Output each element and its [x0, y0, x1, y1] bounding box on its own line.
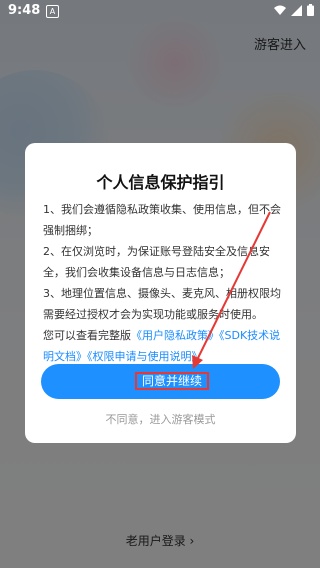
privacy-paragraph-1: 1、我们会遵循隐私政策收集、使用信息，但不会强制捆绑；	[43, 203, 281, 237]
privacy-paragraph-4: 您可以查看完整版《用户隐私政策》《SDK技术说明文档》《权限申请与使用说明》	[43, 325, 283, 367]
status-time: 9:48	[8, 3, 41, 18]
wifi-icon	[274, 5, 286, 15]
privacy-paragraph-3: 3、地理位置信息、摄像头、麦克风、相册权限均需要经过授权才会为实现功能或服务时使…	[43, 287, 281, 321]
agree-button-label: 同意并继续	[135, 372, 209, 390]
status-icons	[274, 4, 314, 16]
privacy-paragraph-2: 2、在仅浏览时，为保证账号登陆安全及信息安全，我们会收集设备信息与日志信息；	[43, 245, 270, 279]
status-bar: 9:48 A	[0, 0, 320, 24]
dialog-body: 1、我们会遵循隐私政策收集、使用信息，但不会强制捆绑； 2、在仅浏览时，为保证账…	[43, 199, 283, 367]
notification-icon: A	[46, 5, 59, 18]
links-prefix: 您可以查看完整版	[43, 329, 131, 342]
decline-guest-mode-link[interactable]: 不同意，进入游客模式	[25, 411, 296, 427]
signal-icon	[291, 4, 302, 16]
dialog-title: 个人信息保护指引	[96, 173, 225, 192]
privacy-dialog: 个人信息保护指引 1、我们会遵循隐私政策收集、使用信息，但不会强制捆绑； 2、在…	[25, 143, 296, 443]
privacy-policy-link[interactable]: 《用户隐私政策》	[131, 329, 219, 342]
agree-continue-button[interactable]: 同意并继续	[41, 364, 280, 399]
permission-doc-link[interactable]: 《权限申请与使用说明》	[87, 350, 203, 363]
battery-icon	[307, 4, 314, 16]
